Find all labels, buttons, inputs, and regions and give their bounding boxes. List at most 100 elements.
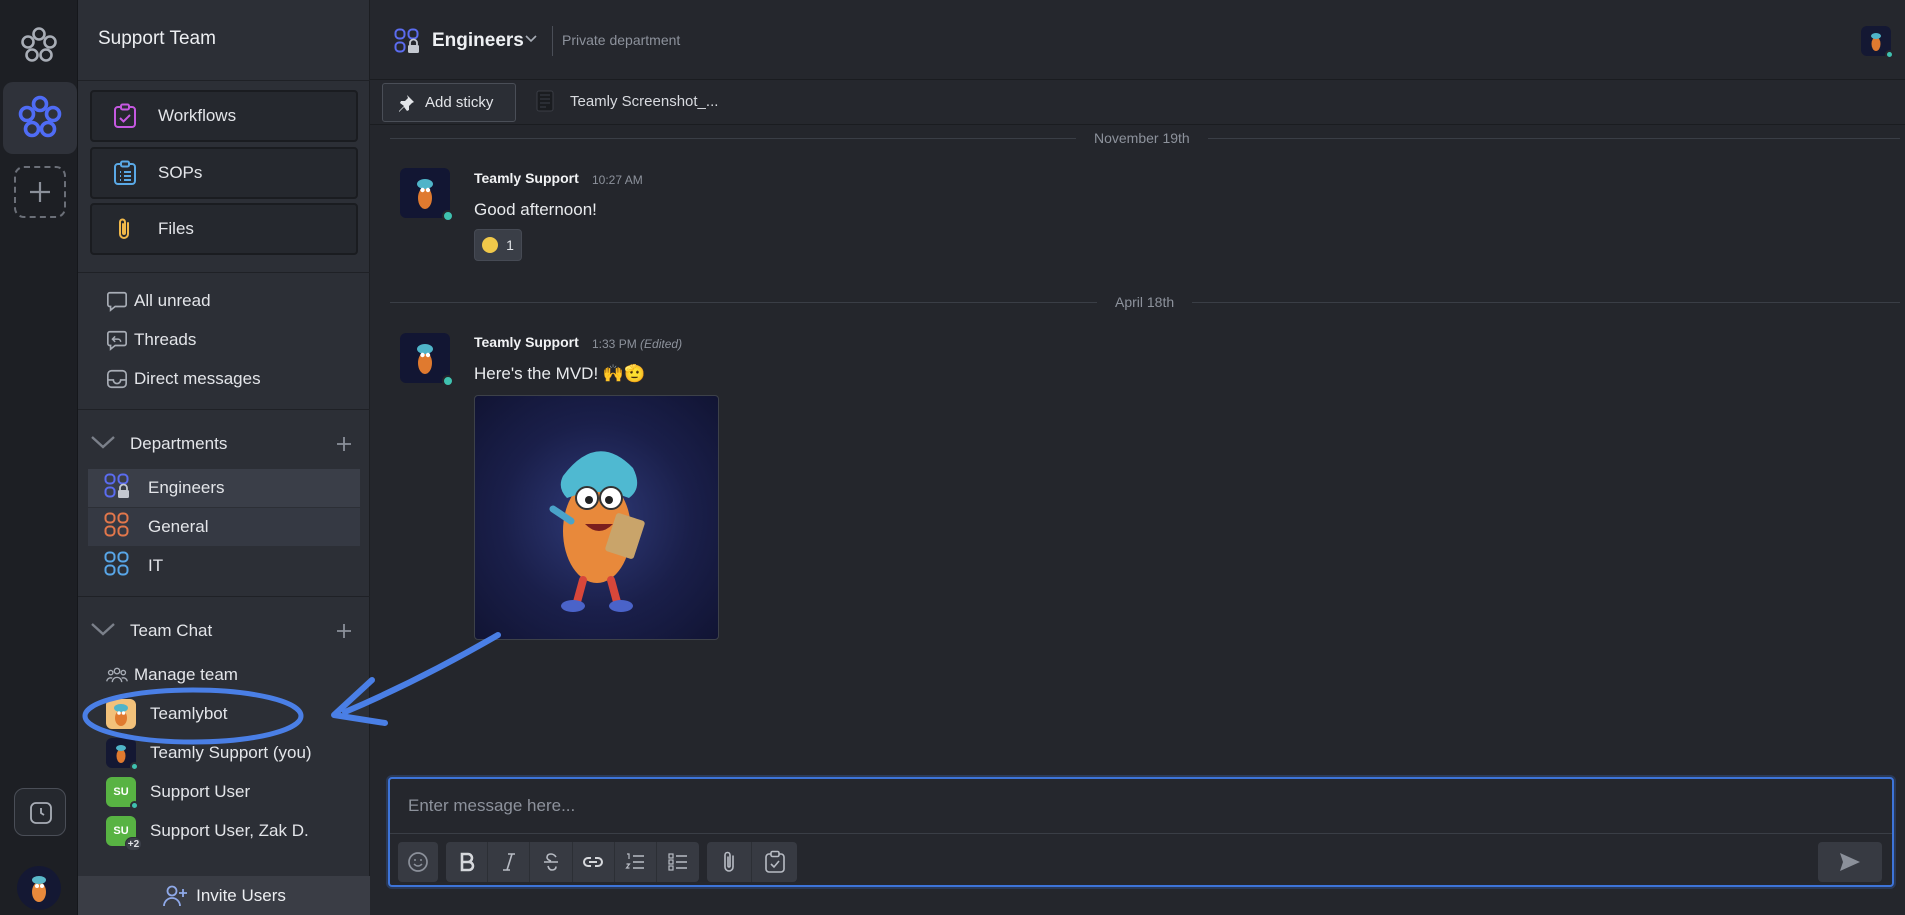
bullet-list-icon: [668, 853, 688, 871]
message-author[interactable]: Teamly Support: [474, 334, 579, 350]
sidebar: Support Team Workflows SOPs Files All un…: [78, 0, 370, 915]
message-text: Good afternoon!: [474, 200, 597, 219]
chevron-down-icon[interactable]: [525, 34, 537, 44]
department-lock-icon: [104, 473, 129, 498]
team-chat-section-header[interactable]: Team Chat: [78, 613, 370, 649]
chat-teamlybot-label: Teamlybot: [150, 704, 228, 723]
department-icon: [104, 551, 129, 575]
avatar-initials: SU: [113, 786, 129, 798]
file-tab[interactable]: Teamly Screenshot_...: [536, 90, 718, 112]
chat-bubble-icon: [107, 291, 127, 312]
image-attachment[interactable]: [474, 395, 719, 640]
ordered-list-button[interactable]: [615, 842, 658, 882]
channel-header: Engineers Private department: [370, 0, 1905, 80]
sticky-bar: Add sticky Teamly Screenshot_...: [370, 80, 1905, 125]
attach-button[interactable]: [707, 842, 752, 882]
message-avatar[interactable]: [400, 168, 454, 222]
message-time: 1:33 PM (Edited): [592, 337, 682, 351]
nav-all-unread[interactable]: All unread: [78, 283, 370, 319]
online-status-dot: [1885, 50, 1894, 59]
add-user-icon: [163, 885, 188, 906]
invite-users-label: Invite Users: [196, 885, 286, 905]
message-text: Here's the MVD! 🙌🫡: [474, 364, 646, 383]
file-tab-label: Teamly Screenshot_...: [570, 92, 719, 110]
files-button[interactable]: Files: [90, 203, 358, 255]
avatar: [106, 738, 139, 771]
message-avatar[interactable]: [400, 333, 454, 387]
link-icon: [583, 857, 604, 867]
history-button[interactable]: [14, 788, 66, 836]
bold-icon: [460, 852, 474, 872]
nav-threads[interactable]: Threads: [78, 322, 370, 358]
workflows-button[interactable]: Workflows: [90, 90, 358, 142]
avatar: SU +2: [106, 816, 142, 851]
nav-direct-messages[interactable]: Direct messages: [78, 361, 370, 397]
sops-button[interactable]: SOPs: [90, 147, 358, 199]
paperclip-icon: [119, 218, 129, 239]
online-status-dot: [442, 375, 454, 387]
channel-subtitle: Private department: [562, 32, 681, 48]
online-status-dot: [130, 762, 139, 771]
department-engineers[interactable]: Engineers: [88, 469, 360, 507]
message-time-value: 1:33 PM: [592, 337, 637, 351]
departments-title: Departments: [130, 434, 228, 453]
clock-icon: [30, 802, 52, 824]
manage-team-item[interactable]: Manage team: [78, 657, 370, 693]
files-label: Files: [158, 219, 194, 238]
sops-icon: [114, 160, 136, 185]
chat-group-support-user-zak[interactable]: SU +2 Support User, Zak D.: [78, 812, 370, 851]
checklist-button[interactable]: [752, 842, 797, 882]
chat-group-label: Support User, Zak D.: [150, 821, 309, 840]
team-chat-title: Team Chat: [130, 621, 213, 640]
strikethrough-button[interactable]: [530, 842, 573, 882]
department-icon: [104, 512, 129, 536]
chat-support-user[interactable]: SU Support User: [78, 773, 370, 811]
channel-title[interactable]: Engineers: [432, 30, 524, 52]
nav-all-unread-label: All unread: [134, 291, 211, 310]
chevron-down-icon[interactable]: [90, 434, 116, 450]
app-logo-icon[interactable]: [20, 26, 58, 64]
current-user-avatar[interactable]: [17, 866, 61, 910]
italic-button[interactable]: [488, 842, 531, 882]
workspace-support-team[interactable]: [3, 82, 77, 154]
message-author[interactable]: Teamly Support: [474, 170, 579, 186]
chat-teamly-support-label: Teamly Support (you): [150, 743, 312, 762]
formatting-toolbar: [446, 842, 699, 882]
department-it-label: IT: [148, 556, 164, 575]
invite-users-button[interactable]: Invite Users: [78, 876, 370, 915]
emoji-icon: [482, 237, 499, 253]
emoji-button[interactable]: [398, 842, 438, 882]
bold-button[interactable]: [446, 842, 489, 882]
app-rail: [0, 0, 78, 915]
bullet-list-button[interactable]: [657, 842, 699, 882]
chevron-down-icon[interactable]: [90, 621, 116, 637]
strikethrough-icon: [544, 853, 558, 871]
message-composer: [388, 777, 1894, 887]
add-chat-icon[interactable]: [336, 623, 352, 639]
department-engineers-label: Engineers: [148, 478, 225, 497]
header-user-avatar[interactable]: [1861, 26, 1894, 59]
avatar: SU: [106, 777, 139, 810]
chat-teamlybot[interactable]: Teamlybot: [78, 695, 370, 733]
reaction-chip[interactable]: 1: [474, 229, 522, 261]
add-department-icon[interactable]: [336, 436, 352, 452]
department-general[interactable]: General: [88, 508, 360, 546]
team-icon: [106, 667, 128, 683]
add-sticky-button[interactable]: Add sticky: [382, 83, 516, 122]
message-time: 10:27 AM: [592, 173, 643, 187]
attach-icon: [724, 851, 734, 872]
chat-teamly-support[interactable]: Teamly Support (you): [78, 734, 370, 772]
departments-section-header[interactable]: Departments: [78, 426, 370, 462]
department-it[interactable]: IT: [88, 547, 360, 585]
workspace-logo-icon: [18, 95, 62, 138]
link-button[interactable]: [573, 842, 615, 882]
chat-support-user-label: Support User: [150, 782, 251, 801]
date-label: November 19th: [1076, 130, 1208, 146]
workflows-label: Workflows: [158, 106, 237, 125]
message-input[interactable]: [390, 779, 1892, 834]
nav-direct-messages-label: Direct messages: [134, 369, 261, 388]
avatar: [106, 699, 136, 729]
send-button[interactable]: [1818, 842, 1882, 882]
date-label: April 18th: [1097, 294, 1193, 310]
add-workspace-button[interactable]: [14, 166, 66, 218]
